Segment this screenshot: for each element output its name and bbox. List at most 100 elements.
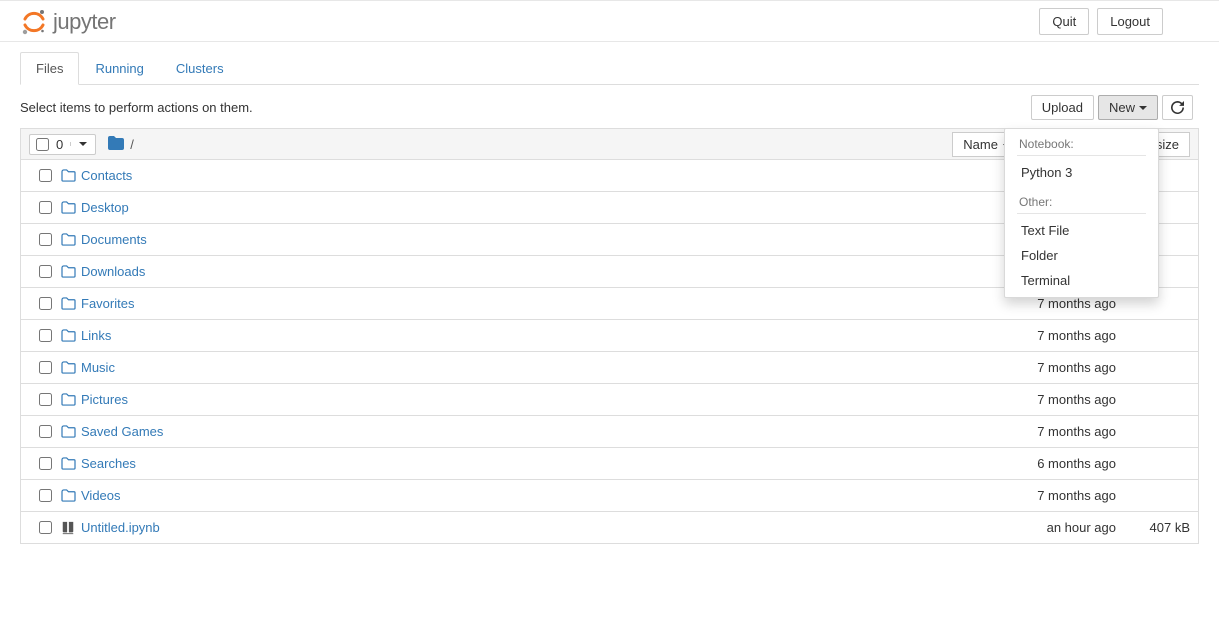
item-modified: 7 months ago <box>960 488 1120 503</box>
item-name-link[interactable]: Pictures <box>81 392 960 407</box>
row-checkbox[interactable] <box>39 425 52 438</box>
row-checkbox[interactable] <box>39 393 52 406</box>
folder-icon <box>61 361 81 374</box>
notebook-icon <box>61 521 81 535</box>
row-checkbox-wrap <box>29 521 61 534</box>
logout-button[interactable]: Logout <box>1097 8 1163 35</box>
folder-icon <box>61 489 81 502</box>
item-name-link[interactable]: Videos <box>81 488 960 503</box>
row-checkbox-wrap <box>29 265 61 278</box>
quit-button[interactable]: Quit <box>1039 8 1089 35</box>
list-item: Saved Games7 months ago <box>20 416 1199 448</box>
row-checkbox[interactable] <box>39 457 52 470</box>
row-checkbox[interactable] <box>39 265 52 278</box>
item-name-link[interactable]: Saved Games <box>81 424 960 439</box>
dropdown-separator <box>1017 213 1146 214</box>
item-name-link[interactable]: Contacts <box>81 168 960 183</box>
new-python3-item[interactable]: Python 3 <box>1005 160 1158 185</box>
folder-root-icon[interactable] <box>108 136 124 153</box>
row-checkbox-wrap <box>29 361 61 374</box>
jupyter-logo[interactable]: jupyter <box>20 8 116 36</box>
select-all-checkbox[interactable] <box>36 138 49 151</box>
folder-icon <box>61 265 81 278</box>
row-checkbox-wrap <box>29 393 61 406</box>
list-item: Pictures7 months ago <box>20 384 1199 416</box>
list-item: Videos7 months ago <box>20 480 1199 512</box>
item-name-link[interactable]: Links <box>81 328 960 343</box>
folder-icon <box>61 393 81 406</box>
refresh-button[interactable] <box>1162 95 1193 120</box>
row-checkbox-wrap <box>29 457 61 470</box>
item-modified: 7 months ago <box>960 296 1120 311</box>
row-checkbox[interactable] <box>39 297 52 310</box>
item-name-link[interactable]: Desktop <box>81 200 960 215</box>
folder-icon <box>61 329 81 342</box>
tab-running[interactable]: Running <box>79 52 159 85</box>
list-item: Untitled.ipynban hour ago407 kB <box>20 512 1199 544</box>
row-checkbox[interactable] <box>39 489 52 502</box>
item-modified: 7 months ago <box>960 392 1120 407</box>
item-name-link[interactable]: Favorites <box>81 296 960 311</box>
new-textfile-item[interactable]: Text File <box>1005 218 1158 243</box>
brand-text: jupyter <box>53 9 116 35</box>
page-header: jupyter Quit Logout <box>0 0 1219 42</box>
folder-icon <box>61 457 81 470</box>
select-all-control[interactable]: 0 <box>29 134 96 155</box>
item-modified: 6 months ago <box>960 456 1120 471</box>
dropdown-separator <box>1017 155 1146 156</box>
tab-clusters[interactable]: Clusters <box>160 52 240 85</box>
list-item: Links7 months ago <box>20 320 1199 352</box>
item-modified: an hour ago <box>960 520 1120 535</box>
breadcrumb-separator: / <box>130 137 134 152</box>
toolbar: Select items to perform actions on them.… <box>20 85 1199 128</box>
row-checkbox-wrap <box>29 233 61 246</box>
item-modified: 7 months ago <box>960 424 1120 439</box>
new-folder-item[interactable]: Folder <box>1005 243 1158 268</box>
item-name-link[interactable]: Music <box>81 360 960 375</box>
row-checkbox[interactable] <box>39 521 52 534</box>
item-size: 407 kB <box>1120 520 1190 535</box>
row-checkbox-wrap <box>29 201 61 214</box>
caret-down-icon <box>79 142 87 146</box>
folder-icon <box>61 169 81 182</box>
item-modified: 7 months ago <box>960 360 1120 375</box>
refresh-icon <box>1171 101 1184 114</box>
tab-bar: Files Running Clusters <box>20 52 1199 85</box>
row-checkbox[interactable] <box>39 329 52 342</box>
toolbar-instruction: Select items to perform actions on them. <box>20 100 253 115</box>
toolbar-actions: Upload New <box>1031 95 1199 120</box>
new-terminal-item[interactable]: Terminal <box>1005 268 1158 293</box>
list-item: Searches6 months ago <box>20 448 1199 480</box>
new-dropdown-menu: Notebook: Python 3 Other: Text File Fold… <box>1004 128 1159 298</box>
list-item: Music7 months ago <box>20 352 1199 384</box>
new-button[interactable]: New <box>1098 95 1158 120</box>
row-checkbox-wrap <box>29 425 61 438</box>
folder-icon <box>61 233 81 246</box>
jupyter-planet-icon <box>20 8 48 36</box>
select-filter-dropdown[interactable] <box>70 142 91 146</box>
row-checkbox-wrap <box>29 169 61 182</box>
item-name-link[interactable]: Documents <box>81 232 960 247</box>
folder-icon <box>61 297 81 310</box>
row-checkbox-wrap <box>29 297 61 310</box>
folder-icon <box>61 425 81 438</box>
tab-files[interactable]: Files <box>20 52 79 85</box>
column-name-label: Name <box>963 137 998 152</box>
folder-icon <box>61 201 81 214</box>
dropdown-section-other: Other: <box>1005 191 1158 211</box>
dropdown-section-notebook: Notebook: <box>1005 133 1158 153</box>
row-checkbox[interactable] <box>39 201 52 214</box>
row-checkbox-wrap <box>29 329 61 342</box>
new-button-label: New <box>1109 100 1135 115</box>
item-name-link[interactable]: Searches <box>81 456 960 471</box>
row-checkbox[interactable] <box>39 169 52 182</box>
item-modified: 7 months ago <box>960 328 1120 343</box>
selection-count: 0 <box>53 137 66 152</box>
item-name-link[interactable]: Downloads <box>81 264 960 279</box>
item-name-link[interactable]: Untitled.ipynb <box>81 520 960 535</box>
row-checkbox[interactable] <box>39 361 52 374</box>
upload-button[interactable]: Upload <box>1031 95 1094 120</box>
breadcrumb: / <box>108 136 134 153</box>
row-checkbox-wrap <box>29 489 61 502</box>
row-checkbox[interactable] <box>39 233 52 246</box>
